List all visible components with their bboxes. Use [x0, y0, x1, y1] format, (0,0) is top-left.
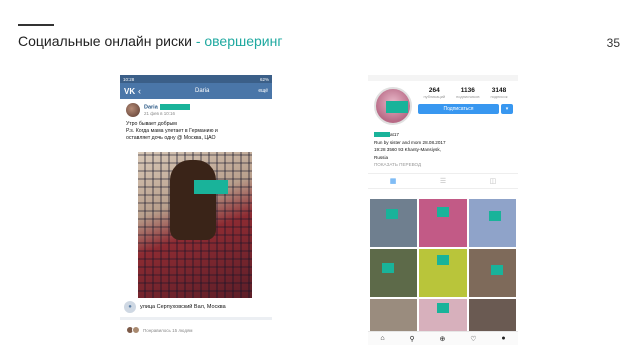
ig-grid-photo[interactable]: [468, 199, 516, 247]
ig-tabs: ▦ ☰ ◫: [368, 172, 518, 189]
title-accent-line: [18, 24, 54, 26]
location-pin-icon: ●: [124, 301, 136, 313]
censor-blur: [374, 132, 390, 138]
home-icon[interactable]: ⌂: [380, 335, 384, 342]
stat-label: подписок: [490, 94, 508, 99]
ig-bio-line: 19:28 3560 93 Khanty-Mansiysk,: [374, 147, 441, 152]
slide-title-highlight: - овершеринг: [195, 33, 283, 49]
avatar[interactable]: [374, 87, 412, 125]
page-number: 35: [606, 36, 620, 50]
ig-photo-grid: [370, 199, 516, 345]
censor-blur: [386, 209, 398, 219]
avatar[interactable]: [126, 103, 140, 117]
back-arrow-icon[interactable]: ‹: [138, 86, 146, 96]
censor-blur: [437, 255, 450, 265]
vk-more-button[interactable]: ещё: [258, 88, 268, 94]
show-translation-link[interactable]: ПОКАЗАТЬ ПЕРЕВОД: [374, 161, 512, 169]
vk-status-bar: 10:28 62%: [120, 75, 272, 83]
ig-bio-line: at17: [374, 131, 512, 139]
vk-post-screenshot: 10:28 62% VK ‹ Daria ещё Daria 21 фев в …: [120, 75, 272, 345]
vk-post-line: P.s. Когда мама улетает в Германию и: [126, 128, 218, 134]
ig-stats: 264 публикаций 1136 подписчиков 3148 под…: [418, 87, 513, 99]
vk-post-text: Утро бывает добрым P.s. Когда мама улета…: [120, 119, 272, 144]
vk-location-text: улица Серпуховский Вал, Москва: [140, 304, 226, 310]
vk-likes-text: Понравилось 15 людям: [143, 327, 193, 333]
vk-logo: VK: [124, 86, 136, 96]
follow-button[interactable]: Подписаться: [418, 104, 499, 114]
ig-bio: at17 Run by sister and mom 28.08.2017 19…: [368, 125, 518, 169]
vk-post-line: оставляет дочь одну @ Москва, ЦАО: [126, 135, 216, 141]
ig-stat-following[interactable]: 3148 подписок: [490, 87, 507, 99]
vk-post-line: Утро бывает добрым: [126, 121, 177, 127]
ig-stat-followers[interactable]: 1136 подписчиков: [456, 87, 479, 99]
stat-label: подписчиков: [456, 94, 480, 99]
ig-grid-photo[interactable]: [419, 199, 467, 247]
vk-post-header: Daria 21 фев в 10:16: [120, 99, 272, 119]
ig-grid-photo[interactable]: [370, 199, 418, 247]
ig-profile-header: 264 публикаций 1136 подписчиков 3148 под…: [368, 81, 518, 125]
vk-location[interactable]: ● улица Серпуховский Вал, Москва: [124, 301, 226, 313]
stat-number: 264: [428, 87, 440, 94]
stat-number: 3148: [491, 87, 507, 94]
censor-blur: [490, 265, 503, 275]
vk-divider: [120, 317, 272, 320]
ig-grid-photo[interactable]: [468, 249, 516, 297]
heart-icon[interactable]: ♡: [470, 335, 476, 343]
add-icon[interactable]: ⊕: [439, 335, 445, 343]
slide-title: Социальные онлайн риски - овершеринг: [18, 33, 282, 49]
censor-blur: [386, 101, 408, 113]
ig-bio-line: Run by sister and mom 28.08.2017: [374, 139, 446, 145]
instagram-profile-screenshot: 264 публикаций 1136 подписчиков 3148 под…: [368, 75, 518, 345]
ig-grid-photo[interactable]: [370, 249, 418, 297]
search-icon[interactable]: ⚲: [410, 335, 415, 343]
list-icon[interactable]: ☰: [440, 177, 446, 185]
vk-status-time: 10:28: [123, 76, 135, 82]
stat-label: публикаций: [423, 94, 446, 99]
censor-blur: [437, 207, 450, 217]
censor-blur: [194, 180, 228, 194]
ig-bio-line: Russia: [374, 154, 389, 160]
photo-figure: [170, 160, 216, 240]
suggestions-dropdown-button[interactable]: ▾: [501, 104, 513, 114]
slide-title-main: Социальные онлайн риски: [18, 33, 192, 49]
censor-blur: [488, 211, 501, 221]
vk-post-photo[interactable]: [138, 152, 252, 298]
ig-stat-posts[interactable]: 264 публикаций: [423, 87, 445, 99]
ig-bottom-nav: ⌂ ⚲ ⊕ ♡ ●: [368, 331, 518, 345]
vk-status-battery: 62%: [259, 76, 269, 82]
censor-blur: [382, 263, 394, 273]
vk-timestamp: 21 фев в 10:16: [144, 111, 176, 117]
vk-likes[interactable]: Понравилось 15 людям: [126, 326, 192, 334]
tagged-icon[interactable]: ◫: [490, 177, 497, 185]
vk-header-bar: VK ‹ Daria ещё: [120, 83, 272, 99]
profile-icon[interactable]: ●: [501, 335, 505, 342]
censor-blur: [159, 103, 190, 110]
vk-author[interactable]: Daria: [144, 103, 190, 110]
ig-grid-photo[interactable]: [419, 249, 467, 297]
vk-header-name: Daria: [194, 88, 210, 94]
stat-number: 1136: [460, 87, 475, 94]
censor-blur: [437, 303, 450, 313]
grid-icon[interactable]: ▦: [390, 177, 397, 185]
liker-avatar: [132, 326, 140, 334]
